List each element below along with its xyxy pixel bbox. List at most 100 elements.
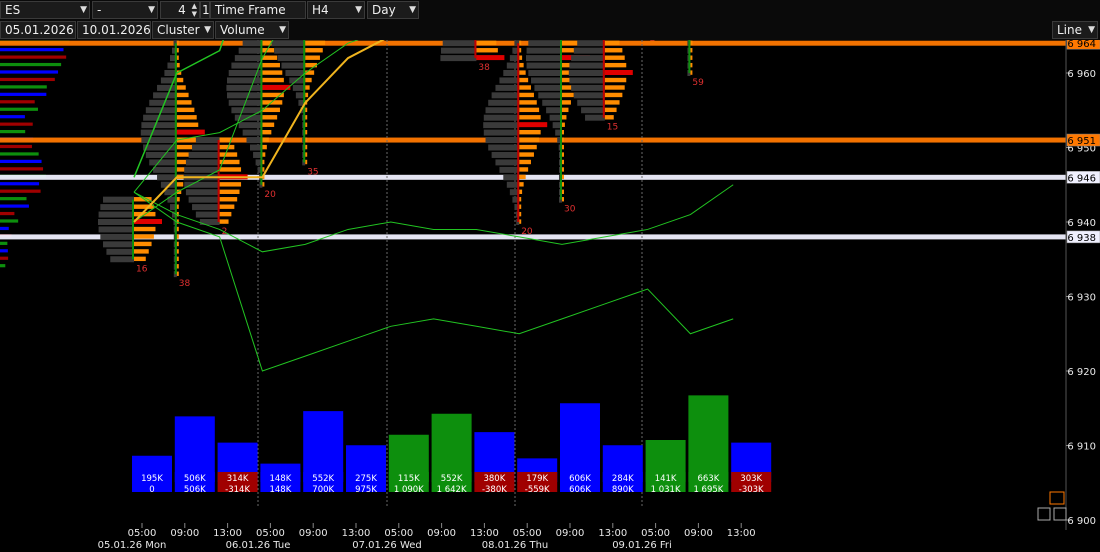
day-label: 08.01.26 Thu xyxy=(482,540,549,551)
cluster-orange-level xyxy=(519,107,540,113)
volume-total-label: 275K xyxy=(355,474,377,484)
cluster-gray-level xyxy=(195,137,220,144)
toolbar-top: ES ▼ - ▼ 4 ▲ ▼ 1 Time Frame H4 ▼ Day ▼ xyxy=(0,0,1100,20)
cluster-gray-level xyxy=(440,47,477,54)
cluster-orange-level xyxy=(519,85,531,90)
cluster-gray-level xyxy=(534,84,562,91)
cluster-orange-level xyxy=(604,85,625,90)
x-tick-label: 05:00 xyxy=(513,528,542,539)
volume-total-label: 380K xyxy=(483,474,505,484)
cluster-orange-level xyxy=(690,55,693,60)
cluster-gray-level xyxy=(246,137,263,144)
cluster-orange-level xyxy=(176,182,184,187)
left-profile-bar xyxy=(0,144,32,149)
cluster-orange-level xyxy=(134,234,154,239)
cluster-orange-level xyxy=(262,70,283,75)
cluster-count-label: 59 xyxy=(692,78,704,88)
price-tag-label: 6 938 xyxy=(1067,233,1096,244)
cluster-orange-level xyxy=(562,174,564,180)
cluster-orange-level xyxy=(262,144,267,150)
cluster-gray-level xyxy=(483,129,520,136)
left-profile-bar xyxy=(0,159,42,163)
cluster-gray-level xyxy=(140,129,177,136)
price-tag-label: 6 946 xyxy=(1067,173,1096,184)
period-select[interactable]: H4 ▼ xyxy=(307,1,365,19)
cluster-count-label: 38 xyxy=(179,279,191,289)
cluster-orange-level xyxy=(305,152,308,157)
chart-mode-select[interactable]: Cluster ▼ xyxy=(152,21,214,39)
date-to-value: 10.01.2026 xyxy=(82,23,151,37)
cluster-count-label: 35 xyxy=(307,167,318,177)
delta-label: 148K xyxy=(269,485,291,495)
volume-bar xyxy=(560,403,600,482)
cluster-gray-level xyxy=(100,233,134,240)
cluster-gray-level xyxy=(495,159,520,166)
line-mode-select[interactable]: Line ▼ xyxy=(1052,21,1098,39)
cluster-orange-level xyxy=(476,40,497,45)
price-tag-label: 6 951 xyxy=(1067,136,1096,147)
cluster-gray-level xyxy=(153,92,177,99)
cluster-orange-level xyxy=(562,197,564,202)
cluster-orange-level xyxy=(219,204,235,209)
cluster-value: Volume xyxy=(220,23,265,37)
chevron-down-icon: ▼ xyxy=(409,5,416,15)
left-profile-bar xyxy=(0,152,39,156)
cluster-orange-level xyxy=(519,204,522,209)
cluster-gray-level xyxy=(274,47,306,54)
x-tick-label: 13:00 xyxy=(470,528,499,539)
symbol-select[interactable]: ES ▼ xyxy=(0,1,90,19)
cluster-orange-level xyxy=(562,152,564,157)
cluster-orange-level xyxy=(262,130,272,135)
timeframe-button[interactable]: Time Frame xyxy=(210,1,306,19)
cluster-gray-level xyxy=(488,99,520,106)
cluster-orange-level xyxy=(176,122,199,127)
date-from-field[interactable]: 05.01.2026 xyxy=(0,21,76,39)
cluster-orange-level xyxy=(519,100,537,105)
cluster-gray-level xyxy=(577,40,605,47)
volume-total-label: 552K xyxy=(441,474,463,484)
cluster-gray-level xyxy=(585,114,605,121)
profile-period-select[interactable]: Day ▼ xyxy=(367,1,419,19)
cluster-orange-level xyxy=(305,85,310,90)
cluster-count-label: 20 xyxy=(521,227,533,237)
cluster-orange-level xyxy=(305,137,308,142)
cluster-orange-level xyxy=(134,226,156,232)
preset-select[interactable]: - ▼ xyxy=(92,1,158,19)
cluster-orange-level xyxy=(519,211,522,217)
left-profile-bar xyxy=(0,211,15,216)
y-tick-label: 6 930 xyxy=(1067,293,1096,304)
cluster-orange-level xyxy=(562,130,564,135)
cluster-gray-level xyxy=(526,47,562,54)
cluster-gray-level xyxy=(195,211,220,218)
left-profile-bar xyxy=(0,77,55,82)
chevron-down-icon: ▼ xyxy=(148,5,155,15)
cluster-gray-level xyxy=(188,151,220,158)
cluster-gray-level xyxy=(499,166,520,173)
number-stepper[interactable]: 4 ▲ ▼ xyxy=(160,1,200,19)
number-value: 4 xyxy=(178,3,186,17)
cluster-value-select[interactable]: Volume ▼ xyxy=(215,21,289,39)
preset-value: - xyxy=(97,3,102,17)
delta-label: 1 090K xyxy=(394,485,424,495)
delta-label: 890K xyxy=(612,485,634,495)
cluster-chart[interactable]: 16382203523323820301525930161000 195K050… xyxy=(0,40,1100,552)
cluster-gray-level xyxy=(577,99,605,106)
cluster-orange-level xyxy=(176,264,179,269)
cluster-orange-level xyxy=(519,152,534,157)
left-profile-bar xyxy=(0,48,64,52)
chevron-down-icon: ▼ xyxy=(204,25,211,35)
cluster-orange-level xyxy=(562,92,574,98)
date-to-field[interactable]: 10.01.2026 xyxy=(77,21,151,39)
cluster-gray-level xyxy=(546,107,562,114)
cluster-orange-level xyxy=(519,167,529,172)
cluster-orange-level xyxy=(519,62,524,68)
cluster-gray-level xyxy=(192,204,220,211)
cluster-count-label: 38 xyxy=(478,63,490,73)
cluster-poc-cell xyxy=(476,55,505,61)
left-profile-bar xyxy=(0,256,9,260)
cluster-gray-level xyxy=(531,77,562,84)
cluster-orange-level xyxy=(562,107,569,113)
y-tick-label: 6 960 xyxy=(1067,69,1096,80)
cluster-orange-level xyxy=(262,77,284,83)
cluster-orange-level xyxy=(519,159,531,165)
